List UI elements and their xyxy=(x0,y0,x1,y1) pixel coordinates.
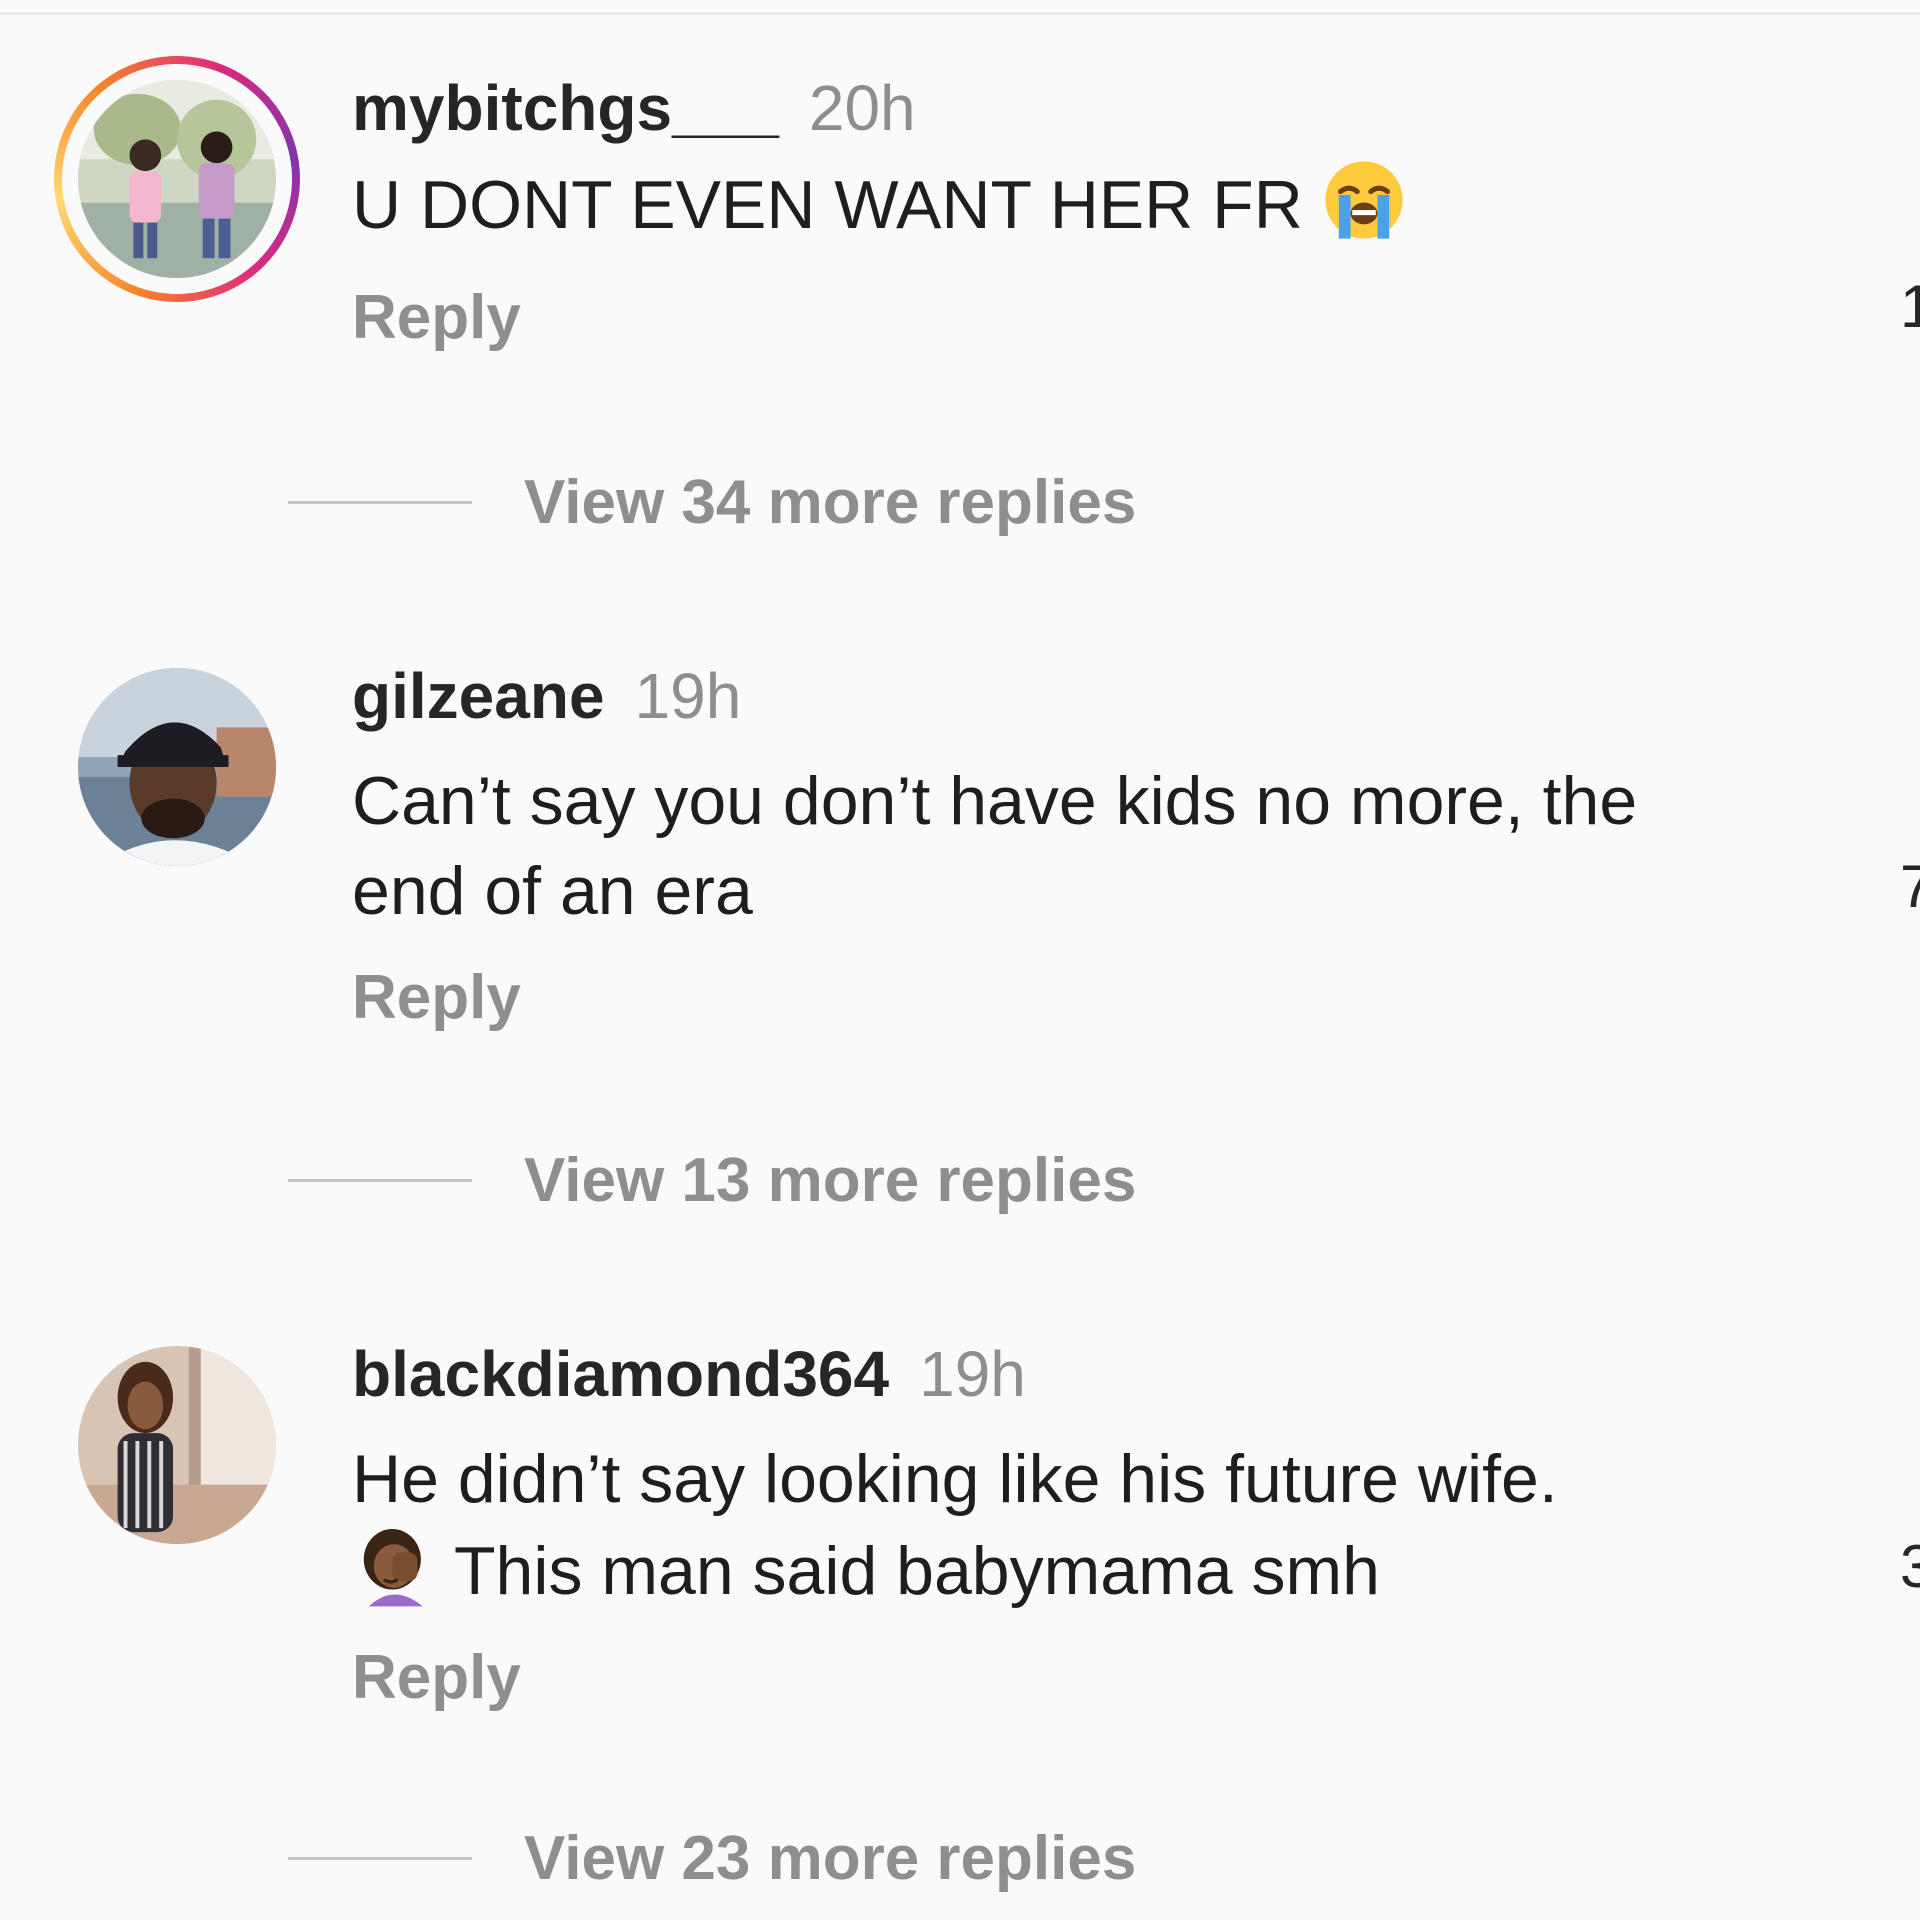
reply-button[interactable]: Reply xyxy=(352,1638,1812,1718)
username[interactable]: gilzeane xyxy=(352,660,605,732)
like-count: 7 xyxy=(1900,853,1920,920)
timestamp: 19h xyxy=(634,660,742,732)
reply-button[interactable]: Reply xyxy=(352,278,1812,358)
comment-meta: gilzeane 19h xyxy=(352,656,1812,736)
comment-meta: blackdiamond364 19h xyxy=(352,1334,1812,1414)
like-count: 3 xyxy=(1900,1533,1920,1600)
comment-body: gilzeane 19h Can’t say you don’t have kid… xyxy=(352,656,1812,1038)
username[interactable]: mybitchgs___ xyxy=(352,72,779,144)
top-divider xyxy=(0,12,1920,15)
avatar-gilzeane[interactable] xyxy=(78,668,276,866)
comment-meta: mybitchgs___ 20h xyxy=(352,68,1812,148)
comment-text-line: This man said babymama smh xyxy=(454,1533,1380,1609)
view-replies-label: View 23 more replies xyxy=(524,1823,1137,1893)
avatar-mybitchgs[interactable] xyxy=(78,80,276,278)
timestamp: 19h xyxy=(919,1338,1026,1410)
comment-text: Can’t say you don’t have kids no more, t… xyxy=(352,756,1812,936)
username[interactable]: blackdiamond364 xyxy=(352,1338,889,1410)
view-replies-divider xyxy=(288,1856,472,1860)
view-replies-label: View 13 more replies xyxy=(524,1145,1137,1215)
comment-text-line: He didn’t say looking like his future wi… xyxy=(352,1441,1558,1517)
comments-screen: mybitchgs___ 20h U DONT EVEN WANT HER FR … xyxy=(0,0,1920,1920)
view-replies-button[interactable]: View 13 more replies xyxy=(288,1140,1288,1220)
avatar-blackdiamond364[interactable] xyxy=(78,1346,276,1544)
comment-body: mybitchgs___ 20h U DONT EVEN WANT HER FR … xyxy=(352,68,1812,358)
comment-text-line: Can’t say you don’t have kids no more, t… xyxy=(352,763,1638,839)
view-replies-label: View 34 more replies xyxy=(524,467,1137,537)
comment-text-line: U DONT EVEN WANT HER FR xyxy=(352,167,1303,243)
view-replies-divider xyxy=(288,500,472,504)
comment-body: blackdiamond364 19h He didn’t say looking… xyxy=(352,1334,1812,1718)
comment-text-line: end of an era xyxy=(352,853,753,929)
view-replies-divider xyxy=(288,1178,472,1182)
comment-text: He didn’t say looking like his future wi… xyxy=(352,1434,1812,1616)
like-count: 1 xyxy=(1900,273,1920,340)
reply-button[interactable]: Reply xyxy=(352,958,1812,1038)
woman-facepalming-icon xyxy=(352,1524,436,1608)
loudly-crying-face-icon xyxy=(1322,158,1406,242)
timestamp: 20h xyxy=(808,72,916,144)
view-replies-button[interactable]: View 23 more replies xyxy=(288,1818,1288,1898)
comment-text-line-2: This man said babymama smh xyxy=(352,1524,1812,1616)
comment-text: U DONT EVEN WANT HER FR xyxy=(352,158,1812,250)
view-replies-button[interactable]: View 34 more replies xyxy=(288,462,1288,542)
